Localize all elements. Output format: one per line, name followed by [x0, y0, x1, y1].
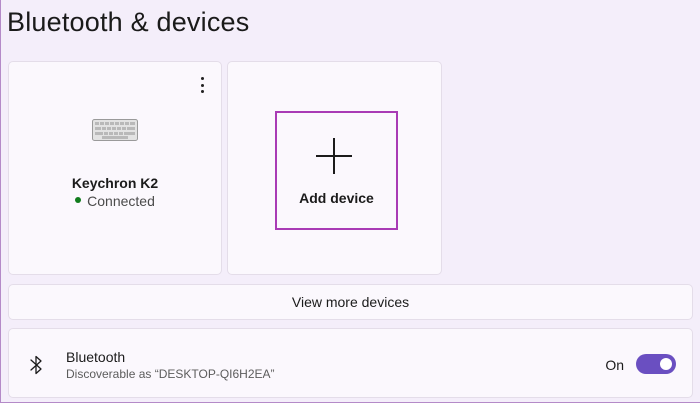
bluetooth-title: Bluetooth [66, 349, 126, 365]
toggle-knob [660, 358, 672, 370]
add-device-label: Add device [299, 190, 374, 206]
bluetooth-toggle[interactable] [636, 354, 676, 374]
keyboard-icon [92, 119, 138, 141]
bluetooth-icon [30, 355, 42, 375]
page-title: Bluetooth & devices [7, 7, 250, 37]
plus-icon [316, 138, 352, 174]
device-status: Connected [9, 193, 221, 209]
bluetooth-toggle-state: On [605, 357, 624, 373]
add-device-card: Add device [227, 61, 442, 275]
bluetooth-discoverable-text: Discoverable as “DESKTOP-QI6H2EA” [66, 367, 275, 381]
more-options-icon[interactable] [194, 76, 210, 94]
add-device-button[interactable]: Add device [275, 111, 398, 230]
device-card-keychron[interactable]: Keychron K2 Connected [8, 61, 222, 275]
device-status-text: Connected [87, 193, 155, 209]
bluetooth-setting-row: Bluetooth Discoverable as “DESKTOP-QI6H2… [8, 328, 693, 398]
connected-status-dot [75, 197, 82, 204]
device-name: Keychron K2 [71, 175, 159, 191]
view-more-devices-label: View more devices [291, 294, 410, 310]
view-more-devices-button[interactable]: View more devices [8, 284, 693, 320]
